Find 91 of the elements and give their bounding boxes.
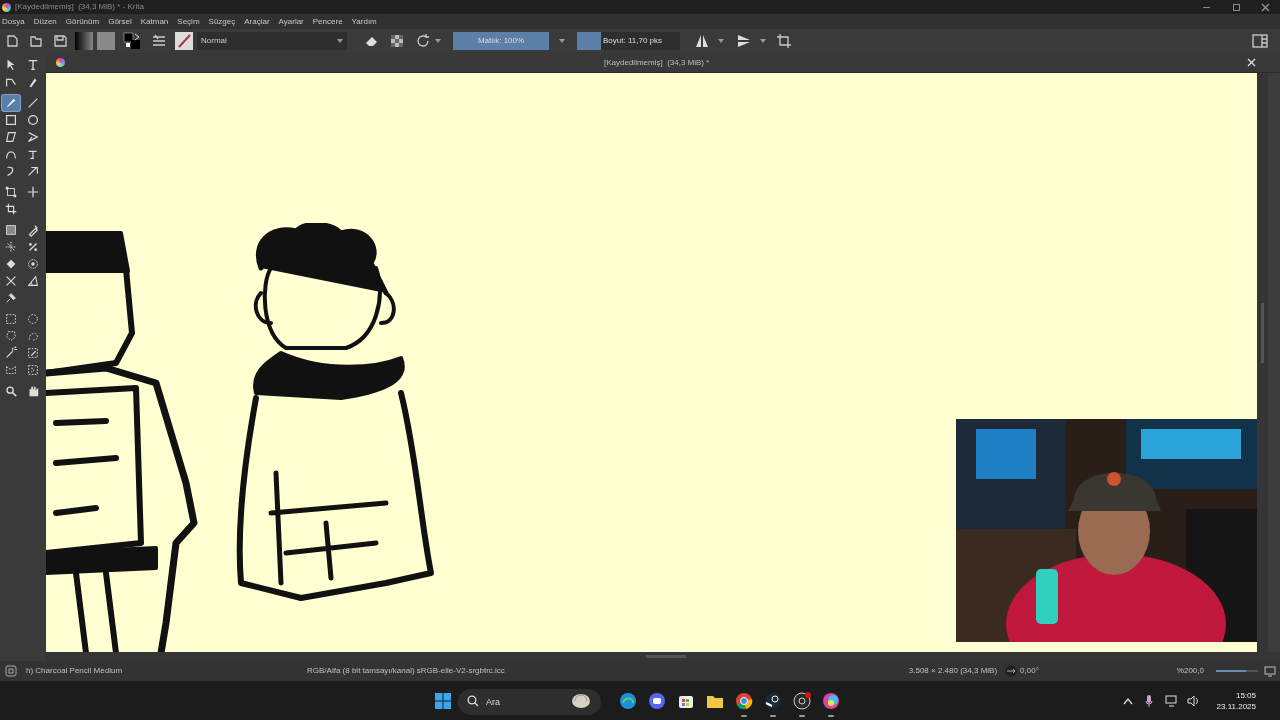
caret-icon[interactable] [559,39,565,43]
checkerboard-icon[interactable] [389,33,405,49]
canvas[interactable] [46,73,1257,652]
brush-icon [4,96,18,110]
menu-item[interactable]: Görsel [108,15,132,28]
menu-item[interactable]: Süzgeç [208,15,236,28]
scrollbar-thumb[interactable] [1261,303,1264,363]
menu-item[interactable]: Katman [140,15,169,28]
fill-icon [4,257,18,271]
reload-icon[interactable] [415,33,431,49]
mirror-vertical-icon[interactable] [736,33,752,49]
pin-icon [4,291,18,305]
pattern-swatch[interactable] [97,32,115,50]
gradient-icon [4,223,18,237]
browser-icon[interactable] [618,691,637,710]
menu-item[interactable]: Dosya [2,15,25,28]
caret-icon[interactable] [718,39,724,43]
game-launcher-icon[interactable] [763,691,782,710]
menu-item[interactable]: Pencere [312,15,343,28]
brush-preset-icon[interactable] [5,665,17,677]
menu-item[interactable]: Düzen [33,15,57,28]
new-document-icon[interactable] [5,34,19,48]
patch-icon [26,240,40,254]
size-slider[interactable]: Boyut: 11,70 pks [577,32,680,50]
caret-icon[interactable] [435,39,441,43]
zoom-level: %200,0 [1176,665,1204,677]
move-icon [26,185,40,199]
rotation-angle: 0,00° [1020,665,1039,677]
chat-app-icon[interactable] [647,691,666,710]
menu-item[interactable]: Yardım [351,15,377,28]
shell-icon [571,692,591,709]
magic-wand-icon [4,346,18,360]
gradient-swatch[interactable] [75,32,93,50]
line-icon [26,96,40,110]
krita-icon [2,2,11,12]
ellipse-select-icon [26,312,40,326]
transform-icon [4,185,18,199]
scrollbar-thumb[interactable] [646,655,686,658]
browser-icon[interactable] [734,691,753,710]
polyline-icon [26,130,40,144]
menu-item[interactable]: Araçlar [244,15,270,28]
window-title: [Kaydedilmemiş] (34,3 MiB) * - Krita [15,1,144,13]
measure-icon [26,274,40,288]
clock-date: 23.11.2025 [1216,700,1256,712]
krita-icon [56,58,65,67]
eyedropper-icon [26,223,40,237]
brush-name: h) Charcoal Pencil Medium [26,665,123,677]
color-swatch-icon[interactable] [123,32,141,50]
close-icon[interactable] [1261,2,1270,12]
menu-item[interactable]: Görünüm [65,15,100,28]
paint-app-icon[interactable] [821,691,840,710]
menu-item[interactable]: Ayarlar [278,15,304,28]
document-tab[interactable]: [Kaydedilmemiş] (34,3 MiB) * [604,56,710,69]
save-icon[interactable] [53,34,67,48]
zoom-icon [4,384,18,398]
microphone-icon[interactable] [1144,694,1153,707]
multi-brush-icon [26,164,40,178]
caret-icon[interactable] [760,39,766,43]
folder-icon[interactable] [29,34,43,48]
similar-select-icon [26,346,40,360]
clock-time: 15:05 [1235,689,1256,701]
magnetic-select-icon [26,363,40,377]
crop-icon[interactable] [776,33,792,49]
brush-settings-icon[interactable] [151,34,167,48]
windows-icon[interactable] [435,692,451,709]
search-icon [467,694,479,707]
assistant-icon [4,274,18,288]
search-field[interactable]: Ara [458,688,601,715]
caret-icon[interactable] [337,39,343,43]
dock-layout-icon[interactable] [1252,34,1268,48]
rotation-icon[interactable] [1005,665,1018,677]
rectangle-icon [4,113,18,127]
ellipse-icon [26,113,40,127]
menu-item[interactable]: Seçim [177,15,200,28]
recorder-icon[interactable] [792,691,811,710]
crop-icon [4,202,18,216]
color-profile: RGB/Alfa (8 bit tamsayı/kanal) sRGB-elle-V2-srgbtrc.icc [307,665,505,677]
text-icon [26,58,40,72]
polygon-select-icon [4,329,18,343]
rectangle-select-icon [4,312,18,326]
blend-mode-dropdown[interactable]: Normal [197,32,347,50]
image-size: 3.508 × 2.480 (34,3 MiB) [908,665,998,677]
polygon-icon [4,130,18,144]
monitor-icon[interactable] [1264,665,1276,677]
network-icon[interactable] [1164,694,1179,707]
mirror-icon[interactable] [694,33,710,49]
chevron-up-icon[interactable] [1122,696,1133,705]
colorize-icon [4,240,18,254]
enclose-fill-icon [26,257,40,271]
brush-preset-icon[interactable] [175,32,193,50]
volume-icon[interactable] [1186,694,1199,707]
